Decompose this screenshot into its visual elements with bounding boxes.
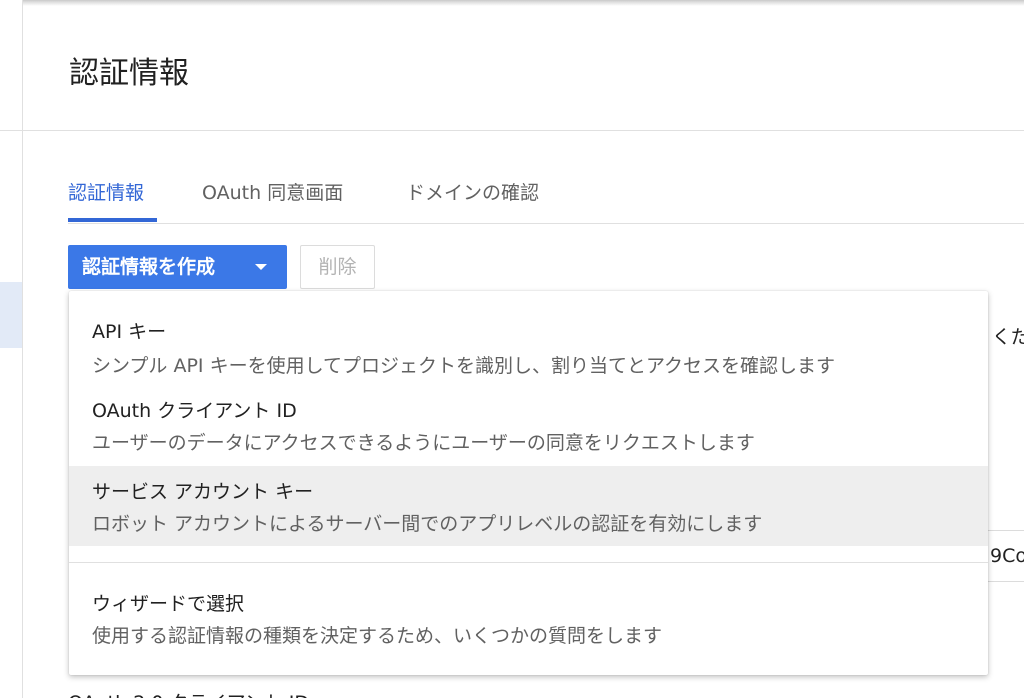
menu-item-oauth-client-id[interactable]: OAuth クライアント ID ユーザーのデータにアクセスできるようにユーザーの… — [69, 386, 988, 466]
left-rail-divider — [0, 130, 22, 131]
tab-oauth-consent-screen[interactable]: OAuth 同意画面 — [202, 178, 343, 205]
menu-item-description: 使用する認証情報の種類を決定するため、いくつかの質問をします — [92, 625, 663, 647]
left-rail-selected-item[interactable] — [0, 282, 22, 348]
menu-item-description: シンプル API キーを使用してプロジェクトを識別し、割り当てとアクセスを確認し… — [92, 355, 836, 377]
menu-item-description: ロボット アカウントによるサーバー間でのアプリレベルの認証を有効にします — [92, 513, 763, 535]
create-credentials-button[interactable]: 認証情報を作成 — [68, 245, 287, 289]
tab-bar: 認証情報 OAuth 同意画面 ドメインの確認 — [68, 170, 1024, 224]
menu-item-title: OAuth クライアント ID — [92, 400, 297, 422]
page-title: 認証情報 — [69, 56, 189, 91]
tab-domain-verification[interactable]: ドメインの確認 — [406, 178, 539, 205]
active-tab-indicator — [68, 218, 157, 222]
caret-down-icon — [255, 264, 267, 270]
background-section-heading: OAuth 2.0 クライアント ID — [68, 688, 309, 698]
tab-credentials[interactable]: 認証情報 — [68, 178, 144, 205]
app-window: 認証情報 認証情報 OAuth 同意画面 ドメインの確認 認証情報を作成 削除 … — [0, 0, 1024, 698]
menu-item-service-account-key[interactable]: サービス アカウント キー ロボット アカウントによるサーバー間でのアプリレベル… — [69, 466, 988, 546]
menu-item-title: API キー — [92, 321, 167, 343]
left-nav-rail — [0, 0, 23, 698]
menu-item-help-me-choose[interactable]: ウィザードで選択 使用する認証情報の種類を決定するため、いくつかの質問をします — [69, 579, 988, 659]
background-text-fragment: くだ — [992, 326, 1024, 348]
menu-item-title: ウィザードで選択 — [92, 593, 245, 615]
menu-item-api-key[interactable]: API キー シンプル API キーを使用してプロジェクトを識別し、割り当てとア… — [69, 306, 988, 386]
menu-item-description: ユーザーのデータにアクセスできるようにユーザーの同意をリクエストします — [92, 432, 755, 454]
delete-button[interactable]: 削除 — [300, 245, 375, 289]
menu-item-title: サービス アカウント キー — [92, 481, 314, 503]
page-header: 認証情報 — [23, 0, 1024, 131]
create-credentials-label: 認証情報を作成 — [82, 256, 216, 278]
create-credentials-menu: API キー シンプル API キーを使用してプロジェクトを識別し、割り当てとア… — [69, 291, 988, 675]
menu-divider — [69, 562, 988, 563]
